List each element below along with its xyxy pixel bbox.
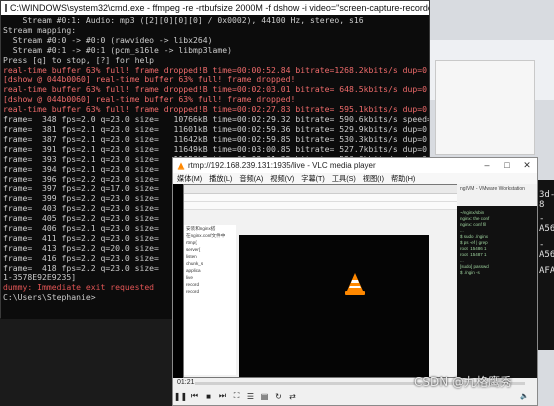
menu-subtitle[interactable]: 字幕(T) — [301, 174, 325, 184]
streamed-doc-line: rtmp{ — [186, 240, 197, 245]
cmd-line: [dshow @ 044b0060] real-time buffer 63% … — [3, 95, 296, 105]
vlc-video-area[interactable]: 安装和nginx搭在nginx.conf文件中 rtmp{ server{ liste… — [173, 184, 537, 378]
right-strip-label: 3d-8 — [539, 190, 554, 210]
background-window — [435, 60, 535, 155]
minimize-button[interactable]: – — [477, 158, 497, 173]
cmd-line: Stream mapping: — [3, 25, 77, 35]
next-button[interactable]: ⏭ — [217, 391, 228, 402]
cmd-line: [dshow @ 044b0060] real-time buffer 63% … — [3, 75, 296, 85]
cmd-title-bar[interactable]: C:\WINDOWS\system32\cmd.exe - ffmpeg -re… — [1, 1, 429, 15]
vlc-cone-icon — [345, 273, 365, 295]
cmd-line: Stream #0:1 -> #0:1 (pcm_s16le -> libmp3… — [3, 45, 233, 55]
cmd-line: real-time buffer 63% full! frame dropped… — [3, 105, 429, 115]
stop-button[interactable]: ■ — [203, 391, 214, 402]
streamed-vmware-window: ngIVM - VMware Workstation ~/nginx/sbin … — [457, 184, 537, 378]
right-strip-label: -A56 — [539, 214, 554, 234]
fullscreen-button[interactable]: ⛶ — [231, 391, 242, 402]
streamed-doc-line: server{ — [186, 247, 201, 252]
streamed-vmware-label: ngIVM - VMware Workstation — [460, 186, 525, 192]
streamed-doc-line: live — [186, 275, 193, 280]
menu-playback[interactable]: 播放(L) — [209, 174, 232, 184]
cmd-line: Stream #0:1: Audio: mp3 ([2][0][0][0] / … — [3, 16, 364, 25]
streamed-desktop-window: 安装和nginx搭在nginx.conf文件中 rtmp{ server{ liste… — [183, 184, 458, 378]
extended-settings-button[interactable]: ☰ — [245, 391, 256, 402]
pause-button[interactable]: ❚❚ — [174, 391, 187, 402]
loop-button[interactable]: ↻ — [273, 391, 284, 402]
previous-button[interactable]: ⏮ — [189, 391, 200, 402]
streamed-doc-line: record — [186, 289, 200, 294]
cmd-line: Press [q] to stop, [?] for help — [3, 55, 155, 65]
streamed-doc-line: 在nginx.conf文件中 — [186, 233, 226, 238]
menu-video[interactable]: 视频(V) — [270, 174, 294, 184]
streamed-black-area — [239, 235, 429, 377]
streamed-doc-line: chunk_s — [186, 261, 204, 266]
right-strip-label: -A56 — [539, 240, 554, 260]
cmd-line: frame= 348 fps=2.0 q=23.0 size= 10766kB … — [3, 115, 429, 125]
cmd-line: Stream #0:0 -> #0:0 (rawvideo -> libx264… — [3, 35, 213, 45]
csdn-watermark: CSDN @九格鹰秀 — [414, 375, 513, 389]
cmd-line: real-time buffer 63% full! frame dropped… — [3, 85, 429, 95]
menu-view[interactable]: 视图(I) — [363, 174, 384, 184]
close-button[interactable]: ✕ — [517, 158, 537, 173]
cmd-line: frame= 391 fps=2.1 q=23.0 size= 11649kB … — [3, 144, 429, 154]
streamed-doc-line: applica — [186, 268, 201, 273]
vlc-menu-bar: 媒体(M) 播放(L) 音频(A) 视频(V) 字幕(T) 工具(S) 视图(I… — [173, 173, 537, 184]
streamed-vmware-header: ngIVM - VMware Workstation — [457, 184, 537, 206]
cmd-line: frame= 381 fps=2.1 q=23.0 size= 11601kB … — [3, 124, 429, 134]
streamed-window-toolbar — [184, 194, 457, 202]
streamed-doc-line: record — [186, 282, 200, 287]
streamed-terminal-text: ~/nginx/sbin nginx: the conf nginx: conf… — [460, 210, 490, 275]
streamed-window-titlebar — [184, 185, 457, 194]
cmd-icon — [5, 4, 7, 12]
streamed-doc-text: 安装和nginx搭在nginx.conf文件中 rtmp{ server{ liste… — [184, 225, 236, 375]
playlist-button[interactable]: ▤ — [259, 391, 270, 402]
vlc-cone-icon — [177, 161, 185, 170]
streamed-doc-line: 安装和nginx搭 — [186, 226, 216, 231]
shuffle-button[interactable]: ⇄ — [287, 391, 298, 402]
vlc-title-bar[interactable]: rtmp://192.168.239.131:1935/live - VLC m… — [173, 158, 537, 173]
menu-audio[interactable]: 音频(A) — [239, 174, 263, 184]
menu-tools[interactable]: 工具(S) — [332, 174, 356, 184]
streamed-window-tabs — [184, 202, 457, 210]
elapsed-time: 01:21 — [177, 379, 195, 386]
right-strip-label: AFA — [539, 266, 554, 276]
menu-help[interactable]: 帮助(H) — [391, 174, 415, 184]
cmd-line: real-time buffer 63% full! frame dropped… — [3, 65, 429, 75]
cmd-title: C:\WINDOWS\system32\cmd.exe - ffmpeg -re… — [10, 3, 429, 13]
menu-media[interactable]: 媒体(M) — [177, 174, 202, 184]
maximize-button[interactable]: □ — [497, 158, 517, 173]
volume-icon[interactable]: 🔈 — [520, 392, 529, 400]
cmd-line: frame= 387 fps=2.1 q=23.0 size= 11642kB … — [3, 134, 429, 144]
vlc-title: rtmp://192.168.239.131:1935/live - VLC m… — [188, 161, 376, 170]
streamed-doc-line: listen — [186, 254, 197, 259]
playback-controls: ❚❚ ⏮ ■ ⏭ ⛶ ☰ ▤ ↻ ⇄ — [174, 389, 298, 403]
vlc-window[interactable]: rtmp://192.168.239.131:1935/live - VLC m… — [172, 157, 538, 406]
